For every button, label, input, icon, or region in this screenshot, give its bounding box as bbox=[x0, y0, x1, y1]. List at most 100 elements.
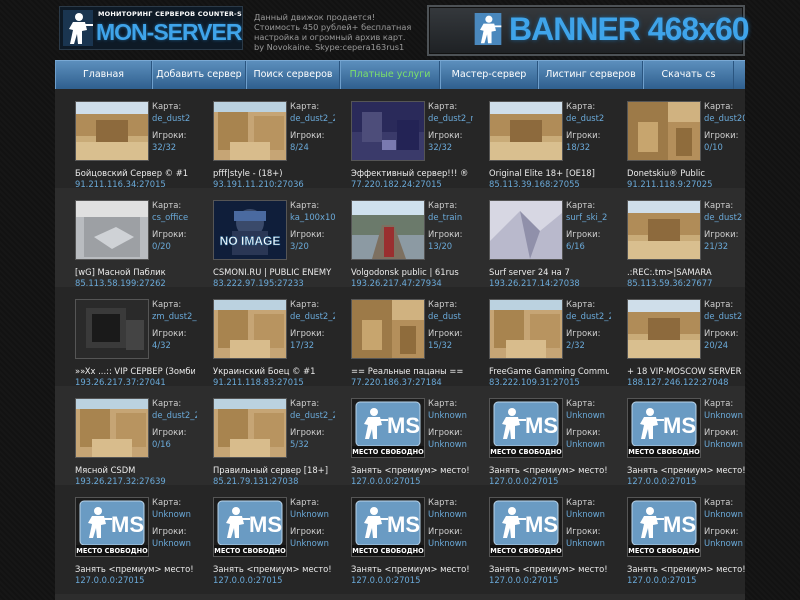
server-card[interactable]: MS МЕСТО СВОБОДНО Карта: Unknown Игроки: Unkn… bbox=[469, 386, 609, 486]
server-title[interactable]: Original Elite 18+ [OE18] bbox=[489, 168, 609, 178]
server-title[interactable]: [wG] Масной Паблик bbox=[75, 267, 195, 277]
server-card[interactable]: NO IMAGE Карта:ka_100x100 Игроки:3/20 CSMON… bbox=[193, 188, 335, 288]
logo-title: MON-SERVERS bbox=[96, 19, 243, 45]
server-card[interactable]: Карта: zm_dust2_2 Игроки: 4/32 »»Xx ...:: VI… bbox=[55, 287, 197, 387]
server-title[interactable]: Занять <премиум> место! bbox=[351, 564, 471, 574]
server-card[interactable]: Карта: de_dust2 Игроки: 32/32 Бойцовский Сер… bbox=[55, 89, 195, 189]
server-card[interactable]: MS МЕСТО СВОБОДНО Карта: Unknown Игроки: Unkn… bbox=[193, 485, 333, 585]
map-label: Карта: bbox=[290, 398, 320, 408]
server-title[interactable]: Правильный сервер [18+] bbox=[213, 465, 333, 475]
server-title[interactable]: .:REC:.tm>|SAMARA bbox=[627, 267, 745, 277]
server-title[interactable]: Бойцовский Сервер © #1 bbox=[75, 168, 195, 178]
server-card[interactable]: Карта:de_dust200 Игроки:0/10 Donetskiu® Pu… bbox=[607, 89, 745, 189]
map-thumbnail[interactable] bbox=[627, 101, 701, 161]
server-card[interactable]: Карта: de_dust2 Игроки: 20/24 + 18 VIP-MOSCO… bbox=[607, 287, 745, 387]
free-slot-thumbnail[interactable]: MS МЕСТО СВОБОДНО bbox=[489, 398, 563, 458]
server-info: Карта: Unknown Игроки: Unknown bbox=[428, 398, 473, 450]
server-title[interactable]: Surf server 24 на 7 bbox=[489, 267, 609, 277]
map-thumbnail[interactable] bbox=[75, 299, 149, 359]
server-ip[interactable]: 127.0.0.0:27015 bbox=[75, 575, 195, 585]
server-ip[interactable]: 127.0.0.0:27015 bbox=[627, 575, 745, 585]
nav-item[interactable]: Скачать cs bbox=[643, 61, 734, 89]
server-card[interactable]: Карта: de_dust2_n Игроки: 32/32 Эффективный … bbox=[331, 89, 473, 189]
server-title[interactable]: Занять <премиум> место! bbox=[627, 564, 745, 574]
map-thumbnail[interactable] bbox=[351, 101, 425, 161]
server-card[interactable]: Карта: cs_office Игроки: 0/20 [wG] Масной Па… bbox=[55, 188, 195, 288]
counter-strike-icon bbox=[63, 10, 93, 46]
map-name: de_dust2_2 bbox=[290, 112, 335, 123]
map-thumbnail[interactable] bbox=[75, 200, 149, 260]
map-thumbnail[interactable] bbox=[75, 101, 149, 161]
server-title[interactable]: CSMONI.RU | PUBLIC ENEMY S bbox=[213, 267, 333, 277]
server-card[interactable]: Карта: de_dust2_2 Игроки: 0/16 Мясной CSDM 19… bbox=[55, 386, 197, 486]
map-thumbnail[interactable]: NO IMAGE bbox=[213, 200, 287, 260]
server-title[interactable]: Занять <премиум> место! bbox=[627, 465, 745, 475]
map-thumbnail[interactable] bbox=[351, 299, 425, 359]
server-title[interactable]: + 18 VIP-MOSCOW SERVER bbox=[627, 366, 745, 376]
nav-item[interactable]: Мастер-сервер bbox=[440, 61, 538, 89]
map-thumbnail[interactable] bbox=[489, 101, 563, 161]
nav-item[interactable]: Главная bbox=[55, 61, 152, 89]
server-title[interactable]: Volgodonsk public | 61rus bbox=[351, 267, 471, 277]
server-title[interactable]: Donetskiu® Public bbox=[627, 168, 745, 178]
free-slot-thumbnail[interactable]: MS МЕСТО СВОБОДНО bbox=[75, 497, 149, 557]
players-count: 20/24 bbox=[704, 339, 729, 350]
server-card[interactable]: Карта: de_dust2 Игроки: 18/32 Original Elite… bbox=[469, 89, 609, 189]
nav-item[interactable]: Добавить сервер bbox=[152, 61, 246, 89]
server-title[interactable]: Эффективный сервер!!! ® #1 bbox=[351, 168, 471, 178]
server-ip[interactable]: 127.0.0.0:27015 bbox=[213, 575, 333, 585]
server-title[interactable]: Занять <премиум> место! bbox=[489, 564, 609, 574]
server-card[interactable]: Карта: surf_ski_2 Игроки: 6/16 Surf server 2… bbox=[469, 188, 609, 288]
server-title[interactable]: Украинский Боец © #1 bbox=[213, 366, 333, 376]
server-card[interactable]: MS МЕСТО СВОБОДНО Карта: Unknown Игроки: Unkn… bbox=[331, 386, 471, 486]
free-slot-thumbnail[interactable]: MS МЕСТО СВОБОДНО bbox=[627, 497, 701, 557]
free-slot-thumbnail[interactable]: MS МЕСТО СВОБОДНО bbox=[351, 497, 425, 557]
server-card[interactable]: MS МЕСТО СВОБОДНО Карта: Unknown Игроки: Unkn… bbox=[607, 386, 745, 486]
server-title[interactable]: Занять <премиум> место! bbox=[213, 564, 333, 574]
players-count: 18/32 bbox=[566, 141, 591, 152]
server-title[interactable]: == Реальные пацаны == bbox=[351, 366, 471, 376]
free-slot-thumbnail[interactable]: MS МЕСТО СВОБОДНО bbox=[627, 398, 701, 458]
map-thumbnail[interactable] bbox=[627, 200, 701, 260]
server-title[interactable]: pfff|style - (18+) bbox=[213, 168, 333, 178]
server-title[interactable]: Занять <премиум> место! bbox=[489, 465, 609, 475]
server-card[interactable]: Карта: de_train Игроки: 13/20 Volgodonsk pub… bbox=[331, 188, 471, 288]
server-ip[interactable]: 127.0.0.0:27015 bbox=[489, 575, 609, 585]
banner-ad[interactable]: BANNER 468x60 bbox=[427, 5, 750, 56]
server-card[interactable]: Карта: de_dust2_2 Игроки: 8/24 pfff|style - … bbox=[193, 89, 335, 189]
map-thumbnail[interactable] bbox=[213, 299, 287, 359]
map-thumbnail[interactable] bbox=[627, 299, 701, 359]
server-card[interactable]: MS МЕСТО СВОБОДНО Карта: Unknown Игроки: Unkn… bbox=[331, 485, 471, 585]
server-title[interactable]: FreeGame Gamming Communi bbox=[489, 366, 609, 376]
server-card[interactable]: Карта: de_dust2_2 Игроки: 5/32 Правильный се… bbox=[193, 386, 335, 486]
server-title[interactable]: Занять <премиум> место! bbox=[75, 564, 195, 574]
free-slot-thumbnail[interactable]: MS МЕСТО СВОБОДНО bbox=[489, 497, 563, 557]
nav-item[interactable]: Поиск серверов bbox=[246, 61, 340, 89]
server-card[interactable]: Карта: de_dust2_2 Игроки: 17/32 Украинский Б… bbox=[193, 287, 335, 387]
map-name: cs_office bbox=[152, 211, 189, 222]
map-thumbnail[interactable] bbox=[213, 398, 287, 458]
server-card[interactable]: MS МЕСТО СВОБОДНО Карта: Unknown Игроки: Unkn… bbox=[55, 485, 195, 585]
map-thumbnail[interactable] bbox=[351, 200, 425, 260]
server-card[interactable]: MS МЕСТО СВОБОДНО Карта: Unknown Игроки: Unkn… bbox=[469, 485, 609, 585]
nav-item[interactable]: Листинг серверов bbox=[538, 61, 643, 89]
banner-text: BANNER 468x60 bbox=[509, 11, 750, 47]
server-title[interactable]: Мясной CSDM bbox=[75, 465, 195, 475]
server-ip[interactable]: 127.0.0.0:27015 bbox=[351, 575, 471, 585]
free-slot-thumbnail[interactable]: MS МЕСТО СВОБОДНО bbox=[351, 398, 425, 458]
map-thumbnail[interactable] bbox=[75, 398, 149, 458]
map-thumbnail[interactable] bbox=[213, 101, 287, 161]
server-card[interactable]: MS МЕСТО СВОБОДНО Карта: Unknown Игроки: Unkn… bbox=[607, 485, 745, 585]
map-label: Карта: bbox=[566, 200, 596, 210]
server-title[interactable]: Занять <премиум> место! bbox=[351, 465, 471, 475]
server-card[interactable]: Карта: de_dust2 Игроки: 21/32 .:REC:.tm>|SAM… bbox=[607, 188, 745, 288]
free-slot-thumbnail[interactable]: MS МЕСТО СВОБОДНО bbox=[213, 497, 287, 557]
map-thumbnail[interactable] bbox=[489, 299, 563, 359]
nav-item[interactable]: Платные услуги bbox=[340, 61, 440, 89]
server-title[interactable]: »»Xx ...:: VIP СЕРВЕР (Зомби bbox=[75, 366, 195, 376]
server-card[interactable]: Карта: de_dust2_2 Игроки: 2/32 FreeGame Gamm… bbox=[469, 287, 611, 387]
server-card[interactable]: Карта: de_dust Игроки: 15/32 == Реальные пац… bbox=[331, 287, 471, 387]
site-logo[interactable]: МОНИТОРИНГ СЕРВЕРОВ COUNTER-STRIKE 1.6 M… bbox=[59, 6, 243, 50]
map-thumbnail[interactable] bbox=[489, 200, 563, 260]
svg-text:МЕСТО СВОБОДНО: МЕСТО СВОБОДНО bbox=[490, 448, 562, 456]
